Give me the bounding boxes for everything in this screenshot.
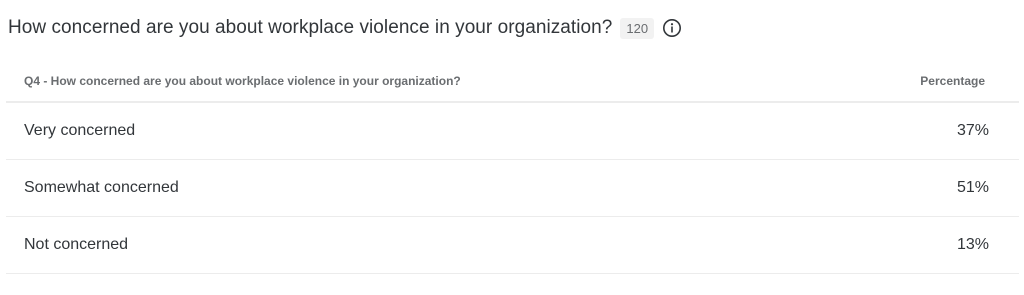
answer-label: Somewhat concerned: [24, 179, 179, 196]
percentage-column-header: Percentage: [920, 73, 985, 88]
answer-percentage: 37%: [956, 122, 989, 139]
question-header: How concerned are you about workplace vi…: [8, 14, 682, 42]
question-title: How concerned are you about workplace vi…: [8, 17, 613, 38]
table-row: Somewhat concerned 51%: [6, 160, 1019, 217]
answer-label: Very concerned: [24, 122, 136, 139]
response-count-badge: 120: [620, 17, 655, 39]
answer-percentage: 51%: [956, 179, 989, 196]
table-header-row: Q4 - How concerned are you about workpla…: [6, 60, 1019, 103]
info-circle-icon[interactable]: [662, 18, 682, 38]
table-row: Not concerned 13%: [6, 217, 1019, 274]
answer-label: Not concerned: [24, 236, 129, 253]
question-column-header: Q4 - How concerned are you about workpla…: [24, 73, 461, 88]
table-row: Very concerned 37%: [6, 103, 1019, 160]
results-table: Q4 - How concerned are you about workpla…: [6, 60, 1019, 274]
answer-percentage: 13%: [956, 236, 989, 253]
